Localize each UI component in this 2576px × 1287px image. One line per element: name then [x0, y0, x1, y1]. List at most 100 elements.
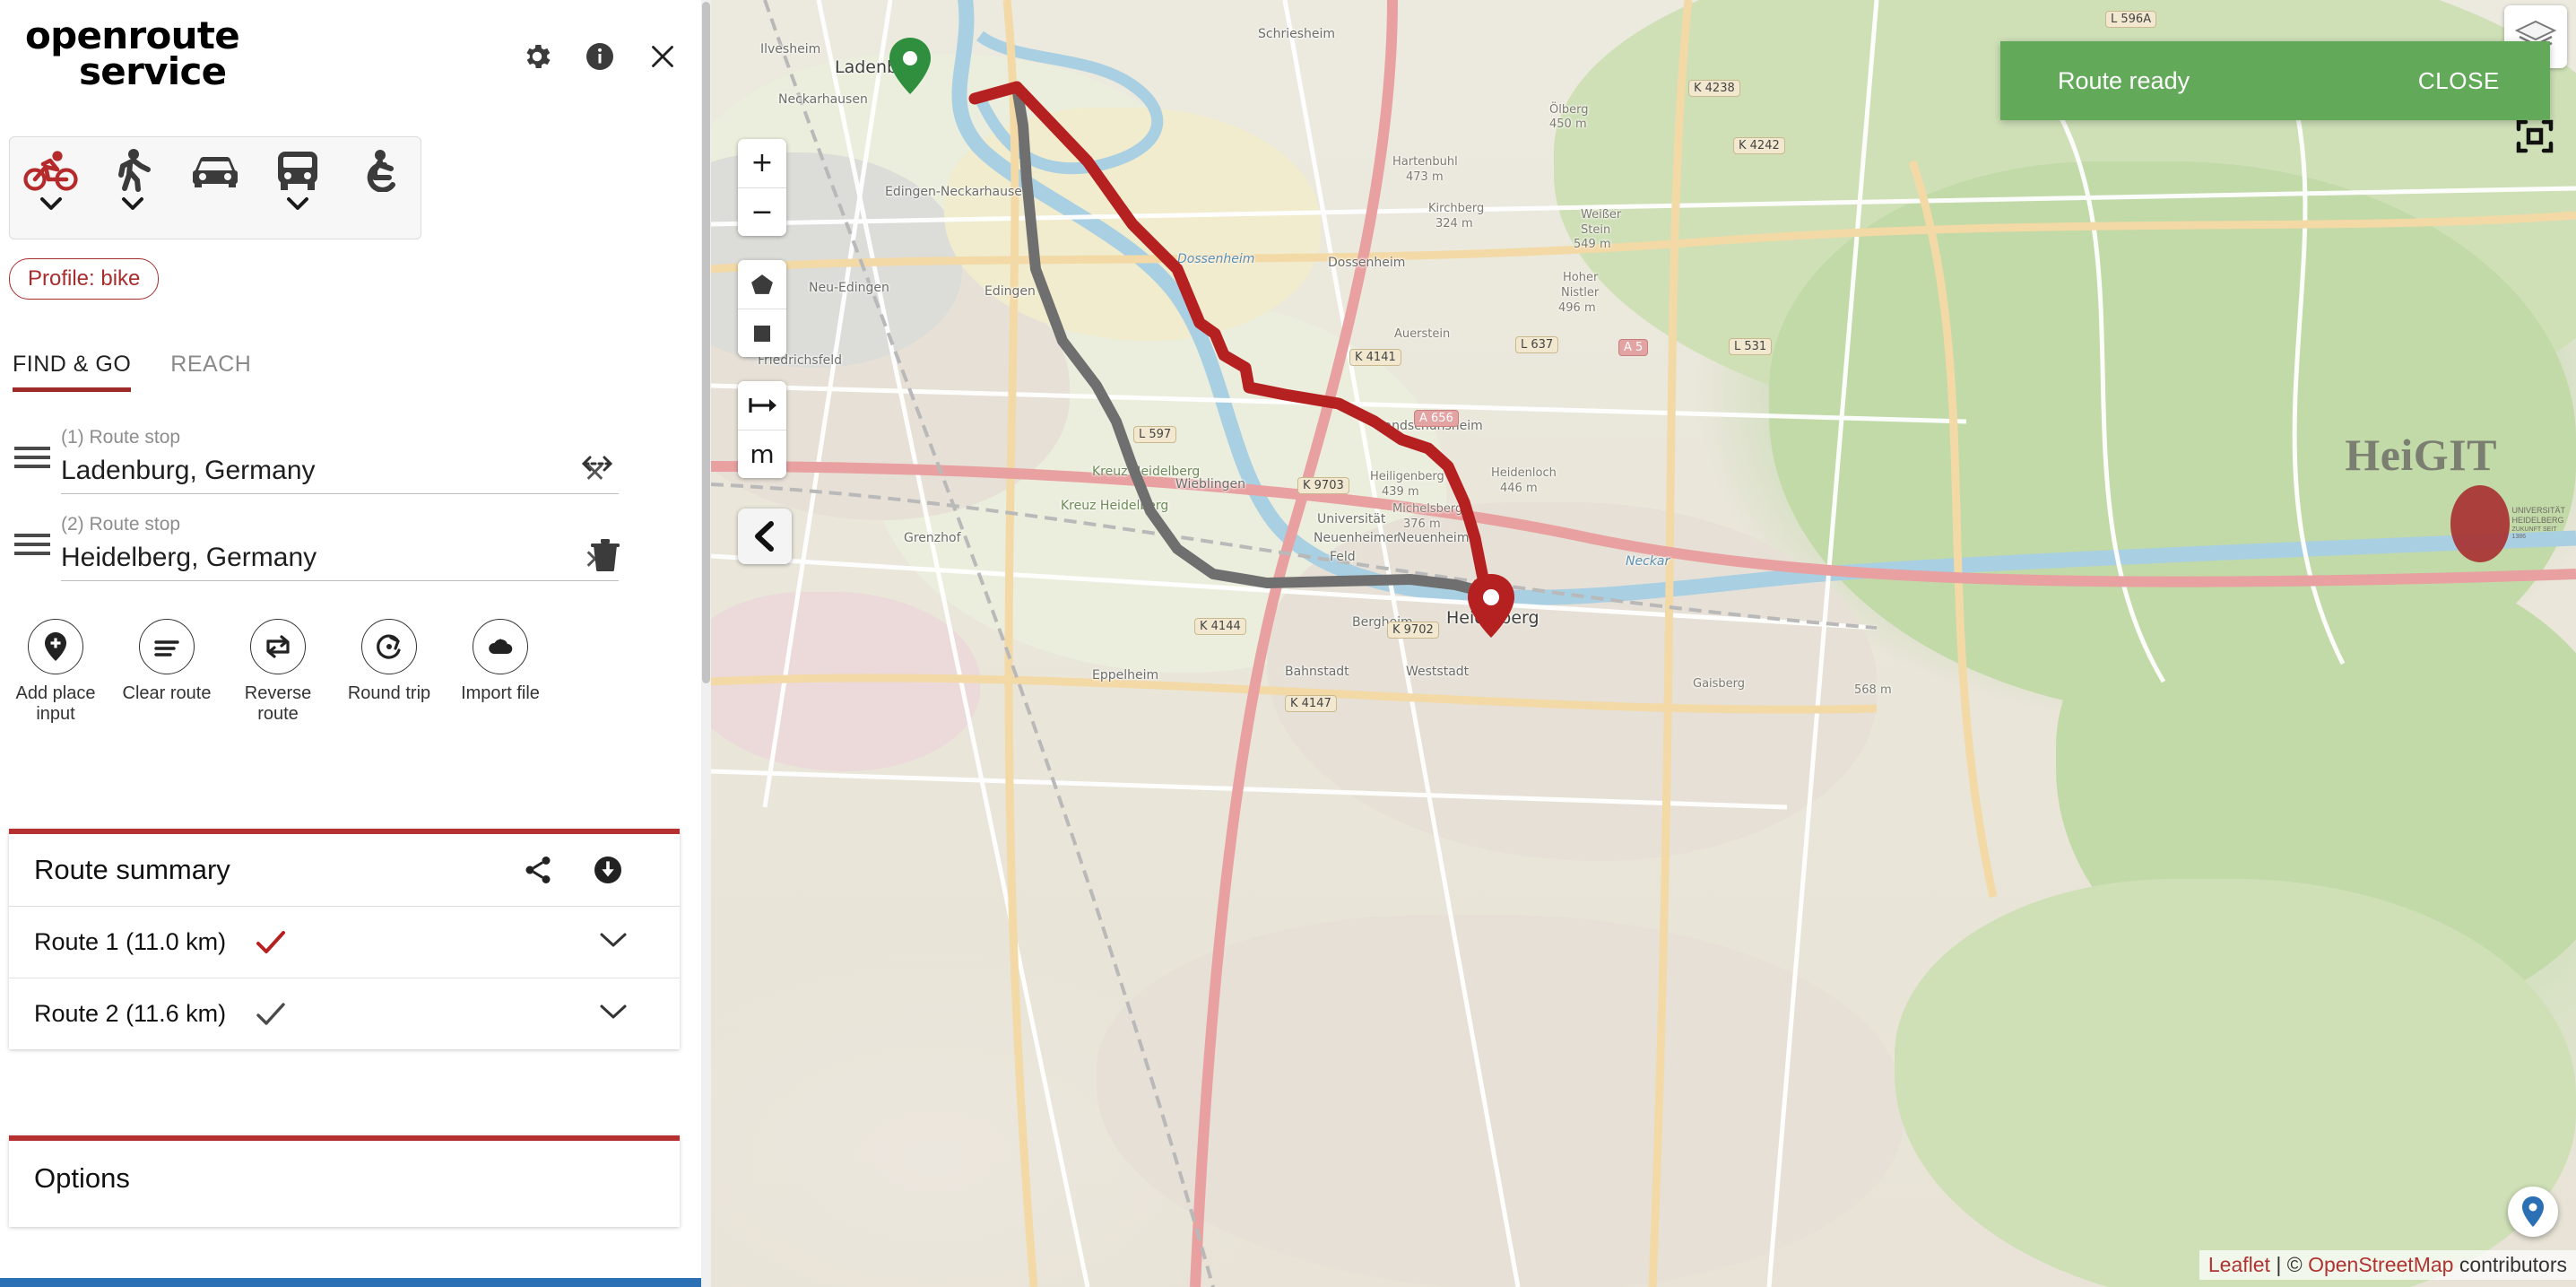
drag-handle-icon[interactable]: [14, 447, 50, 474]
sidebar-scrollbar-thumb[interactable]: [702, 2, 710, 683]
university-heidelberg-badge: UNIVERSITÄT HEIDELBERG ZUKUNFT SEIT 1386: [2450, 471, 2565, 577]
pedestrian-options-chevron-icon[interactable]: [121, 196, 144, 227]
drag-handle-icon[interactable]: [14, 534, 50, 561]
road-shield: K 4238: [1688, 80, 1740, 97]
map-label: 473 m: [1406, 170, 1444, 184]
bus-options-chevron-icon[interactable]: [286, 196, 309, 227]
mode-pedestrian[interactable]: [92, 137, 175, 239]
map-label: Auerstein: [1394, 327, 1451, 341]
car-icon: [189, 144, 241, 196]
leaflet-link[interactable]: Leaflet: [2208, 1253, 2270, 1276]
route-stop-2-input-wrap: ✕: [61, 539, 619, 581]
options-card[interactable]: Options: [9, 1135, 680, 1227]
map-label: Heidenloch: [1491, 466, 1557, 480]
clear-route-circle: [139, 619, 195, 674]
route-stop-1-input[interactable]: [61, 452, 563, 493]
cloud-upload-icon: [489, 639, 513, 655]
collapse-sidebar-button[interactable]: [738, 509, 792, 564]
transport-mode-bar: [9, 136, 421, 239]
share-icon[interactable]: [522, 854, 554, 886]
reverse-route-label: Reverse route: [244, 683, 312, 724]
profile-badge[interactable]: Profile: bike: [9, 258, 160, 300]
measure-distance-button[interactable]: [738, 381, 786, 430]
bottom-accent-bar: [0, 1278, 701, 1287]
measure-tools[interactable]: m: [738, 381, 786, 478]
uni-badge-text: UNIVERSITÄT HEIDELBERG ZUKUNFT SEIT 1386: [2511, 506, 2565, 542]
draw-polygon-button[interactable]: [738, 260, 786, 309]
toast-message: Route ready: [2058, 66, 2190, 94]
map-label: Kirchberg: [1428, 202, 1485, 215]
location-pin-icon: [2522, 1196, 2544, 1227]
route-stop-2-input[interactable]: [61, 539, 563, 580]
mode-bus[interactable]: [256, 137, 339, 239]
check-icon-selected: [256, 930, 286, 953]
copyright-symbol: ©: [2286, 1253, 2303, 1276]
draw-tools[interactable]: [738, 260, 786, 357]
import-file-button[interactable]: Import file: [445, 619, 556, 725]
clear-route-button[interactable]: Clear route: [111, 619, 222, 725]
add-place-input-button[interactable]: Add place input: [0, 619, 111, 725]
route-stop-1-expand-icon[interactable]: [579, 452, 615, 480]
route-summary-header: Route summary: [9, 834, 680, 907]
route-option-1-left: Route 1 (11.0 km): [34, 928, 287, 956]
route-summary-title: Route summary: [34, 854, 230, 885]
pedestrian-icon: [112, 144, 153, 196]
route-option-row[interactable]: Route 1 (11.0 km): [9, 907, 680, 978]
map-attribution: Leaflet | © OpenStreetMap contributors: [2199, 1250, 2576, 1280]
close-x-icon: [652, 46, 673, 67]
import-file-label: Import file: [461, 683, 540, 703]
map-label: 496 m: [1558, 301, 1596, 315]
openstreetmap-link[interactable]: OpenStreetMap: [2308, 1253, 2453, 1276]
map-label: Ilvesheim: [760, 42, 821, 57]
mode-wheelchair[interactable]: [338, 137, 421, 239]
route-ready-toast: Route ready CLOSE: [2000, 41, 2550, 120]
route-stop-2-delete-icon[interactable]: [590, 537, 620, 576]
route-stop-2-field: (2) Route stop ✕: [61, 514, 619, 581]
fullscreen-icon: [2516, 119, 2554, 153]
map-canvas[interactable]: Ilvesheim Ladenburg Neckarhausen Schrieshei…: [711, 0, 2576, 1287]
route-stop-1-field: (1) Route stop ✕: [61, 427, 619, 494]
info-icon[interactable]: [581, 38, 619, 75]
uni-line-2: HEIDELBERG: [2511, 516, 2564, 526]
zoom-out-button[interactable]: −: [738, 187, 786, 236]
wheelchair-icon: [357, 144, 402, 196]
reverse-route-button[interactable]: Reverse route: [222, 619, 334, 725]
route-option-2-name: Route 2 (11.6 km): [34, 1000, 227, 1027]
road-shield: L 596A: [2105, 11, 2157, 28]
round-trip-button[interactable]: Round trip: [334, 619, 445, 725]
swap-arrows-icon: [266, 635, 290, 658]
distance-icon: [749, 398, 776, 413]
zoom-controls[interactable]: + −: [738, 139, 786, 236]
round-trip-circle: [361, 619, 417, 674]
map-urban-patch: [1097, 915, 1904, 1287]
map-label: Schriesheim: [1258, 27, 1336, 41]
road-shield: K 4144: [1194, 618, 1246, 635]
logo-line-2: service: [79, 48, 227, 93]
app-logo[interactable]: openroute service: [25, 17, 240, 93]
zoom-in-button[interactable]: +: [738, 139, 786, 187]
road-shield: L 597: [1133, 426, 1177, 443]
bike-options-chevron-icon[interactable]: [39, 196, 63, 227]
route-summary-actions: [522, 854, 624, 886]
uni-line-3: ZUKUNFT SEIT 1386: [2511, 526, 2557, 541]
toast-close-button[interactable]: CLOSE: [2418, 67, 2500, 95]
close-icon[interactable]: [644, 38, 681, 75]
round-trip-label: Round trip: [347, 683, 431, 703]
route-option-2-expand-chevron-icon[interactable]: [599, 1003, 628, 1025]
draw-rectangle-button[interactable]: [738, 309, 786, 357]
sidebar-scrollbar[interactable]: [701, 0, 711, 1287]
mode-bike[interactable]: [10, 137, 92, 239]
polygon-icon: [751, 274, 773, 294]
map-urban-patch: [1267, 502, 1877, 861]
tab-reach[interactable]: REACH: [170, 339, 251, 392]
route-option-row[interactable]: Route 2 (11.6 km): [9, 978, 680, 1049]
clear-route-label: Clear route: [122, 683, 212, 703]
tab-find-and-go[interactable]: FIND & GO: [13, 339, 132, 392]
mode-car[interactable]: [174, 137, 256, 239]
route-stop-2-label: (2) Route stop: [61, 514, 181, 535]
route-option-1-expand-chevron-icon[interactable]: [599, 931, 628, 953]
measure-unit-button[interactable]: m: [738, 430, 786, 478]
locate-me-button[interactable]: [2508, 1187, 2558, 1237]
download-icon[interactable]: [592, 854, 624, 886]
settings-icon[interactable]: [518, 38, 556, 75]
